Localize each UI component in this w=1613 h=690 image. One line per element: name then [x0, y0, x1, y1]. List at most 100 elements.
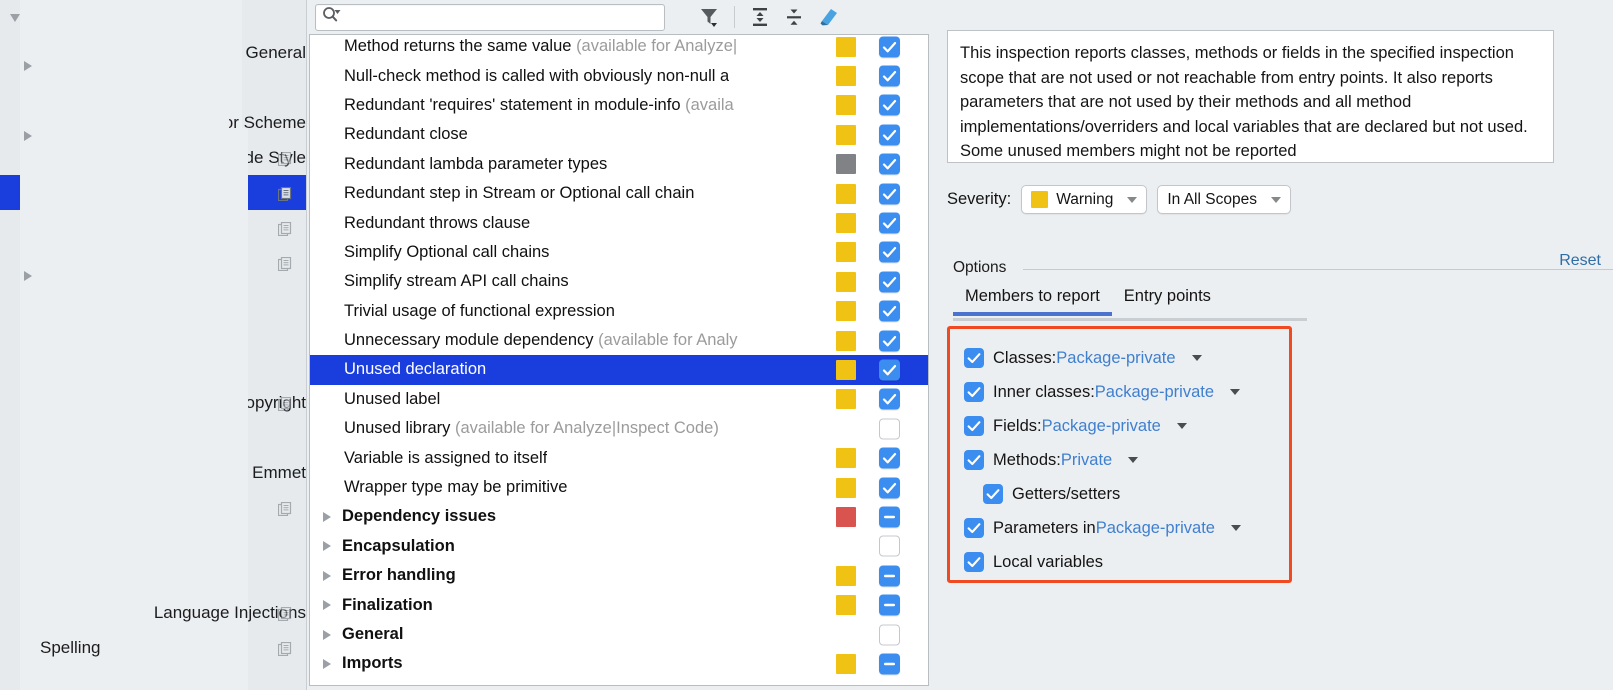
- inspection-enabled-checkbox[interactable]: [879, 300, 900, 322]
- chevron-right-icon[interactable]: [318, 627, 338, 643]
- sidebar-item-language-injections[interactable]: Language Injections: [0, 267, 306, 690]
- filter-icon[interactable]: [694, 3, 724, 31]
- chevron-right-icon[interactable]: [20, 267, 150, 690]
- inspection-row[interactable]: Encapsulation: [310, 532, 928, 561]
- inspection-row[interactable]: Unused label: [310, 385, 928, 414]
- inspection-row[interactable]: Redundant step in Stream or Optional cal…: [310, 179, 928, 208]
- inspection-row[interactable]: Error handling: [310, 561, 928, 590]
- settings-sidebar[interactable]: EditorGeneralFontColor SchemeCode StyleI…: [0, 0, 307, 690]
- inspection-row[interactable]: Method returns the same value (available…: [310, 35, 928, 61]
- scope-combo[interactable]: In All Scopes: [1157, 185, 1291, 214]
- option-checkbox[interactable]: [983, 484, 1003, 504]
- inspection-enabled-checkbox[interactable]: [879, 65, 900, 87]
- inspection-enabled-checkbox[interactable]: [879, 359, 900, 381]
- copy-settings-icon[interactable]: [277, 186, 292, 201]
- option-row[interactable]: Methods:Private: [964, 443, 1289, 477]
- copy-settings-icon[interactable]: [277, 221, 292, 236]
- inspection-enabled-checkbox[interactable]: [879, 506, 900, 528]
- option-checkbox[interactable]: [964, 518, 984, 538]
- severity-combo[interactable]: Warning: [1021, 185, 1148, 214]
- chevron-right-icon[interactable]: [318, 597, 338, 613]
- inspection-enabled-checkbox[interactable]: [879, 124, 900, 146]
- members-to-report-options[interactable]: Classes:Package-private Inner classes:Pac…: [947, 326, 1292, 583]
- description-box[interactable]: This inspection reports classes, methods…: [947, 30, 1554, 163]
- inspection-enabled-checkbox[interactable]: [879, 653, 900, 675]
- inspection-row[interactable]: Simplify stream API call chains: [310, 267, 928, 296]
- reset-link[interactable]: Reset: [1559, 252, 1601, 270]
- option-row[interactable]: Local variables: [964, 545, 1289, 579]
- inspection-enabled-checkbox[interactable]: [879, 271, 900, 293]
- chevron-right-icon[interactable]: [318, 509, 338, 525]
- option-row[interactable]: Fields:Package-private: [964, 409, 1289, 443]
- inspection-enabled-checkbox[interactable]: [879, 477, 900, 499]
- inspection-enabled-checkbox[interactable]: [879, 36, 900, 58]
- copy-settings-icon[interactable]: [277, 256, 292, 271]
- inspection-row[interactable]: Redundant close: [310, 120, 928, 149]
- inspection-row[interactable]: Dependency issues: [310, 502, 928, 531]
- inspection-row[interactable]: Wrapper type may be primitive: [310, 473, 928, 502]
- inspection-enabled-checkbox[interactable]: [879, 241, 900, 263]
- copy-settings-icon[interactable]: [277, 151, 292, 166]
- option-visibility-value[interactable]: Package-private: [1095, 383, 1214, 401]
- inspection-row[interactable]: Unused library (available for Analyze|In…: [310, 414, 928, 443]
- chevron-down-icon[interactable]: [1230, 525, 1241, 531]
- option-checkbox[interactable]: [964, 552, 984, 572]
- collapse-all-icon[interactable]: [779, 3, 809, 31]
- chevron-down-icon[interactable]: [1230, 389, 1241, 395]
- copy-settings-icon[interactable]: [277, 501, 292, 516]
- chevron-right-icon[interactable]: [318, 538, 338, 554]
- chevron-down-icon[interactable]: [1191, 355, 1202, 361]
- search-input[interactable]: [343, 8, 658, 26]
- inspection-enabled-checkbox[interactable]: [879, 594, 900, 616]
- inspection-row[interactable]: Redundant 'requires' statement in module…: [310, 91, 928, 120]
- sidebar-item-spelling[interactable]: Spelling: [0, 630, 306, 665]
- copy-settings-icon[interactable]: [277, 641, 292, 656]
- copy-settings-icon[interactable]: [277, 396, 292, 411]
- inspection-enabled-checkbox[interactable]: [879, 447, 900, 469]
- expand-all-icon[interactable]: [745, 3, 775, 31]
- inspections-tree[interactable]: Method returns the same value (available…: [309, 34, 929, 686]
- inspection-row[interactable]: Null-check method is called with obvious…: [310, 61, 928, 90]
- option-row[interactable]: Getters/setters: [964, 477, 1289, 511]
- inspection-row[interactable]: Finalization: [310, 590, 928, 619]
- option-visibility-value[interactable]: Package-private: [1096, 519, 1215, 537]
- inspection-enabled-checkbox[interactable]: [879, 94, 900, 116]
- copy-settings-icon[interactable]: [277, 606, 292, 621]
- inspection-enabled-checkbox[interactable]: [879, 153, 900, 175]
- inspection-row[interactable]: Imports: [310, 649, 928, 678]
- inspection-row[interactable]: Unnecessary module dependency (available…: [310, 326, 928, 355]
- reset-highlighting-icon[interactable]: [813, 3, 843, 31]
- tab-entry-points[interactable]: Entry points: [1112, 283, 1223, 316]
- option-visibility-value[interactable]: Private: [1061, 451, 1112, 469]
- inspection-enabled-checkbox[interactable]: [879, 535, 900, 557]
- inspection-enabled-checkbox[interactable]: [879, 212, 900, 234]
- inspection-enabled-checkbox[interactable]: [879, 624, 900, 645]
- option-checkbox[interactable]: [964, 348, 984, 368]
- chevron-right-icon[interactable]: [318, 656, 338, 672]
- option-visibility-value[interactable]: Package-private: [1056, 349, 1175, 367]
- inspection-row[interactable]: Simplify Optional call chains: [310, 238, 928, 267]
- chevron-down-icon[interactable]: [1128, 457, 1139, 463]
- chevron-down-icon[interactable]: [1176, 423, 1187, 429]
- inspection-enabled-checkbox[interactable]: [879, 330, 900, 352]
- tab-members-to-report[interactable]: Members to report: [953, 283, 1112, 316]
- options-tabs[interactable]: Members to report Entry points: [953, 283, 1223, 316]
- search-field[interactable]: [315, 3, 665, 31]
- option-visibility-value[interactable]: Package-private: [1042, 417, 1161, 435]
- inspection-row[interactable]: Redundant throws clause: [310, 208, 928, 237]
- inspection-row[interactable]: Redundant lambda parameter types: [310, 150, 928, 179]
- option-checkbox[interactable]: [964, 382, 984, 402]
- inspection-enabled-checkbox[interactable]: [879, 388, 900, 410]
- inspection-row[interactable]: Variable is assigned to itself: [310, 443, 928, 472]
- inspection-row[interactable]: Trivial usage of functional expression: [310, 297, 928, 326]
- option-row[interactable]: Classes:Package-private: [964, 341, 1289, 375]
- inspection-enabled-checkbox[interactable]: [879, 565, 900, 587]
- option-row[interactable]: Parameters inPackage-private: [964, 511, 1289, 545]
- inspection-row[interactable]: General: [310, 620, 928, 649]
- option-row[interactable]: Inner classes:Package-private: [964, 375, 1289, 409]
- inspection-enabled-checkbox[interactable]: [879, 418, 900, 440]
- option-checkbox[interactable]: [964, 416, 984, 436]
- inspection-row[interactable]: Unused declaration: [310, 355, 928, 385]
- inspection-enabled-checkbox[interactable]: [879, 183, 900, 205]
- chevron-right-icon[interactable]: [318, 568, 338, 584]
